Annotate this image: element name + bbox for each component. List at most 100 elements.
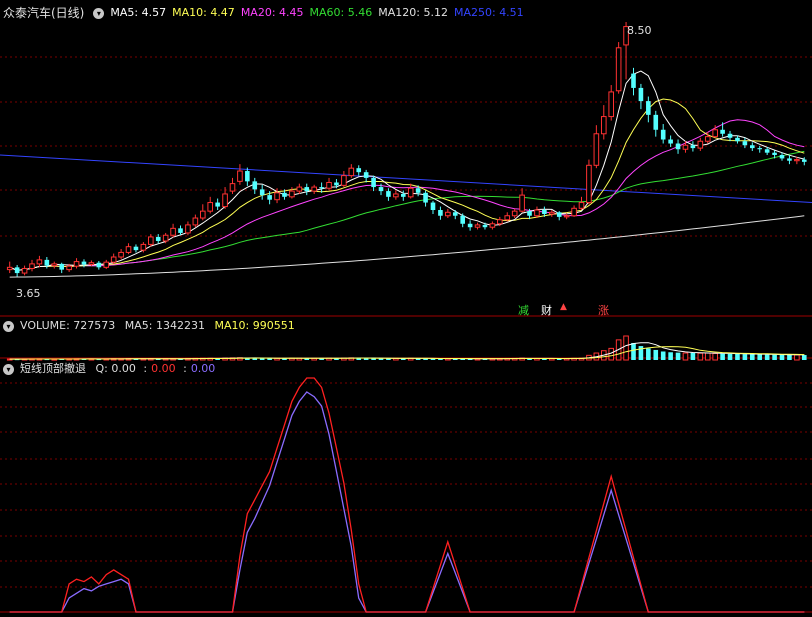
candle-body <box>304 187 310 192</box>
candle-body <box>229 183 236 192</box>
candle-body <box>504 215 511 221</box>
candle-body <box>274 192 280 201</box>
indicator-sep-1: : <box>143 362 148 375</box>
candle-body <box>593 133 600 166</box>
candle-body <box>6 266 13 271</box>
ma-legend-value: 5.12 <box>423 6 448 19</box>
candle-body <box>772 152 777 155</box>
ma-legend-item: MA60: 5.46 <box>310 6 373 19</box>
candle-body <box>757 148 763 150</box>
candle-body <box>712 129 718 138</box>
ma-legend-value: 4.51 <box>499 6 524 19</box>
candle-body <box>735 137 740 142</box>
candle-body <box>660 129 666 140</box>
event-marker-arrow-icon[interactable]: ▲ <box>560 302 567 312</box>
volume-bar <box>608 347 615 361</box>
candle-body <box>430 202 436 211</box>
volume-bar <box>668 352 673 360</box>
candle-body <box>371 177 376 188</box>
candle-body <box>750 145 755 149</box>
stock-title: 众泰汽车(日线) <box>3 6 85 20</box>
candle-body <box>445 211 451 217</box>
candle-body <box>497 219 503 225</box>
event-marker-finance[interactable]: 财 <box>541 302 552 318</box>
candle-body <box>407 187 414 198</box>
indicator-q-value: 0.00 <box>111 362 136 375</box>
indicator-panel-legend: ▾ 短线顶部撤退 Q: 0.00 :0.00 :0.00 <box>0 361 221 377</box>
candle-body <box>482 224 488 228</box>
candle-body <box>133 246 139 251</box>
candle-body <box>125 246 132 253</box>
volume-bar <box>638 346 644 360</box>
chevron-down-icon[interactable]: ▾ <box>3 363 14 375</box>
candle-body <box>14 267 20 274</box>
candle-body <box>289 190 295 198</box>
candle-body <box>682 144 689 150</box>
candle-body <box>118 251 124 258</box>
ma250-line <box>0 154 812 204</box>
candle-body <box>638 87 644 102</box>
volume-bar <box>259 358 265 360</box>
indicator-sep-2: : <box>183 362 187 375</box>
candle-body <box>51 263 58 267</box>
candle-body <box>21 267 28 274</box>
candle-body <box>423 192 428 203</box>
ma-legend-item: MA20: 4.45 <box>241 6 304 19</box>
candle-body <box>393 193 399 198</box>
volume-bar <box>712 352 718 361</box>
indicator-name: 短线顶部撤退 <box>20 362 86 375</box>
candle-body <box>489 223 496 228</box>
event-marker-reduce[interactable]: 减 <box>518 302 529 318</box>
candle-body <box>438 210 443 216</box>
volume-bar <box>801 355 807 360</box>
event-marker-rise[interactable]: 涨 <box>598 302 609 318</box>
chevron-down-icon[interactable]: ▾ <box>3 320 14 332</box>
candle-body <box>527 211 532 216</box>
volume-label: VOLUME: <box>20 319 74 332</box>
candle-body <box>787 158 792 161</box>
candle-body <box>73 261 80 267</box>
ma-legend-item: MA10: 4.47 <box>172 6 235 19</box>
candle-body <box>296 186 303 192</box>
ma-legend-label: MA250: <box>453 6 500 19</box>
volume-bar <box>757 354 763 360</box>
candle-body <box>237 170 243 182</box>
candle-body <box>675 143 681 150</box>
candle-body <box>356 168 362 173</box>
chevron-down-icon[interactable]: ▾ <box>93 7 105 19</box>
main-panel-legend: 众泰汽车(日线) ▾ MA5: 4.57 MA10: 4.47 MA20: 4.45… <box>0 5 530 21</box>
candle-body <box>467 223 473 228</box>
indicator-red-line <box>9 377 805 613</box>
candle-body <box>207 202 214 212</box>
candle-body <box>511 210 518 217</box>
volume-bar <box>735 353 740 360</box>
volume-bar <box>697 352 704 361</box>
volume-panel-legend: ▾ VOLUME: 727573 MA5: 1342231 MA10: 9905… <box>0 318 301 334</box>
candle-body <box>29 263 35 269</box>
volume-bar <box>660 351 666 360</box>
volume-bar <box>720 353 725 360</box>
candle-body <box>400 193 406 197</box>
ma-legend-item: MA120: 5.12 <box>378 6 448 19</box>
candle-body <box>615 47 622 92</box>
indicator-v2: 0.00 <box>151 362 176 375</box>
low-price-label: 3.65 <box>16 287 41 300</box>
volume-bar <box>675 352 681 360</box>
candle-body <box>690 145 696 149</box>
ma-legend-item: MA5: 4.57 <box>110 6 166 19</box>
candle-body <box>764 149 770 153</box>
volume-bar <box>682 352 689 361</box>
volume-bar <box>623 335 629 361</box>
candle-body <box>103 261 110 268</box>
candle-body <box>519 194 525 212</box>
volume-bar <box>267 358 272 360</box>
ma-legend: MA5: 4.57 MA10: 4.47 MA20: 4.45 MA60: 5.46 M… <box>110 5 529 21</box>
ma-legend-label: MA120: <box>378 6 424 19</box>
candle-body <box>378 187 384 192</box>
candle-body <box>653 114 659 130</box>
ma-legend-value: 4.47 <box>210 6 235 19</box>
volume-bar <box>787 354 792 360</box>
volume-bar <box>646 348 651 360</box>
candle-body <box>386 191 391 197</box>
candle-body <box>704 136 711 142</box>
